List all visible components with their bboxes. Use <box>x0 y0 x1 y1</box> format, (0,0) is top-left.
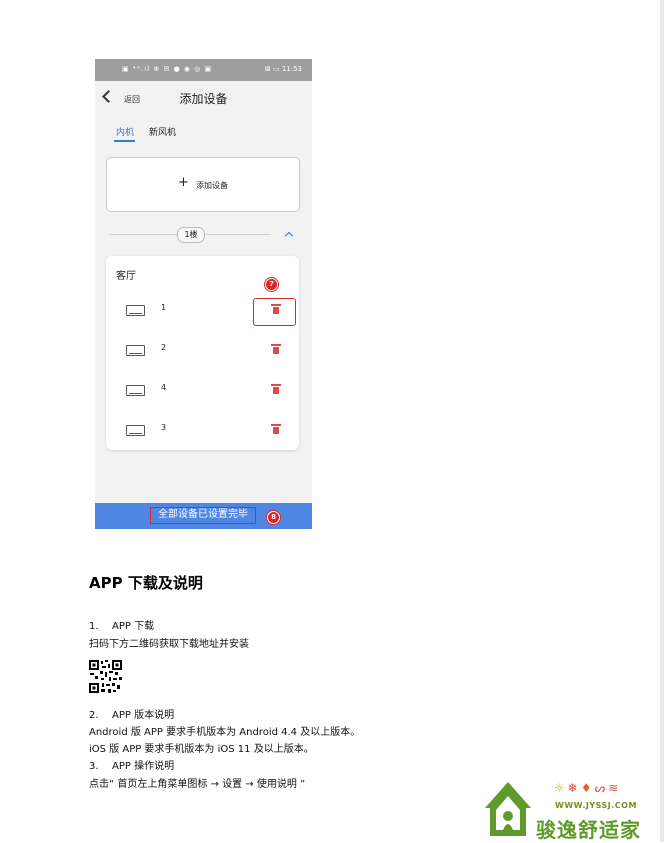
page-edge <box>660 0 664 842</box>
active-tab-indicator <box>114 140 135 142</box>
all-done-button[interactable]: 全部设备已设置完毕 <box>150 507 256 524</box>
list-title: APP 版本说明 <box>112 710 175 721</box>
step-marker-8: 8 <box>267 511 280 524</box>
status-bar: ▣ ⁴ᴳ.ıl ⊕ ✉ ● ◉ ◎ ▣ ⊠ ▭ 11:53 <box>95 59 312 81</box>
trash-icon[interactable] <box>271 384 281 394</box>
paragraph-operation: 点击“ 首页左上角菜单图标 → 设置 → 使用说明 ” <box>89 779 306 790</box>
qr-code <box>89 660 122 693</box>
list-item-version: 2. APP 版本说明 <box>89 706 174 721</box>
status-left: ▣ ⁴ᴳ.ıl ⊕ ✉ ● ◉ ◎ ▣ <box>122 65 213 73</box>
logo-icons: ☼❄♦ᔕ≋ <box>554 781 621 795</box>
nav-bar: 返回 添加设备 <box>95 81 312 117</box>
logo-name: 骏逸舒适家 <box>536 818 641 842</box>
delete-highlight-box <box>253 298 296 326</box>
page-title: 添加设备 <box>179 92 228 106</box>
phone-screenshot: ▣ ⁴ᴳ.ıl ⊕ ✉ ● ◉ ◎ ▣ ⊠ ▭ 11:53 返回 添加设备 内机… <box>95 59 312 529</box>
list-item-operation: 3. APP 操作说明 <box>89 757 174 772</box>
ac-unit-icon <box>126 385 145 396</box>
paragraph-android: Android 版 APP 要求手机版本为 Android 4.4 及以上版本。 <box>89 727 361 738</box>
sun-icon: ☼ <box>554 781 568 795</box>
list-number: 3. <box>89 761 99 772</box>
ac-unit-icon <box>126 345 145 356</box>
list-number: 2. <box>89 710 99 721</box>
snowflake-icon: ❄ <box>567 781 581 795</box>
fan-icon: ᔕ <box>594 781 609 795</box>
device-name: 4 <box>161 383 167 392</box>
device-type-tabs: 内机 新风机 <box>95 123 312 143</box>
step-marker-7: 7 <box>265 278 278 291</box>
add-device-button[interactable]: + 添加设备 <box>106 157 300 212</box>
device-row: 4 <box>106 381 299 401</box>
ac-unit-icon <box>126 305 145 316</box>
ac-unit-icon <box>126 425 145 436</box>
list-number: 1. <box>89 621 99 632</box>
floor-label[interactable]: 1楼 <box>177 227 205 243</box>
tab-fresh-air[interactable]: 新风机 <box>149 125 176 138</box>
divider <box>109 234 177 235</box>
list-item-download: 1. APP 下载 <box>89 617 154 632</box>
paragraph-ios: iOS 版 APP 要求手机版本为 iOS 11 及以上版本。 <box>89 744 314 755</box>
room-name: 客厅 <box>116 271 136 282</box>
trash-icon[interactable] <box>271 424 281 434</box>
device-row: 3 <box>106 421 299 441</box>
tab-indoor-unit[interactable]: 内机 <box>116 125 134 138</box>
list-title: APP 下载 <box>112 621 155 632</box>
device-name: 3 <box>161 423 167 432</box>
status-right: ⊠ ▭ 11:53 <box>264 65 302 73</box>
list-title: APP 操作说明 <box>112 761 175 772</box>
device-name: 1 <box>161 303 167 312</box>
plus-icon: + <box>178 175 189 190</box>
drop-icon: ♦ <box>580 781 595 795</box>
chevron-up-icon[interactable] <box>284 231 294 241</box>
device-name: 2 <box>161 343 167 352</box>
device-row: 2 <box>106 341 299 361</box>
add-device-label: 添加设备 <box>196 181 228 190</box>
wifi-icon: ≋ <box>608 781 622 795</box>
logo-url: WWW.JYSSJ.COM <box>555 801 637 810</box>
section-heading: APP 下载及说明 <box>89 574 203 592</box>
trash-icon[interactable] <box>271 344 281 354</box>
divider <box>205 234 271 235</box>
bottom-bar: 全部设备已设置完毕 8 <box>95 503 312 529</box>
paragraph: 扫码下方二维码获取下载地址并安装 <box>89 639 249 650</box>
